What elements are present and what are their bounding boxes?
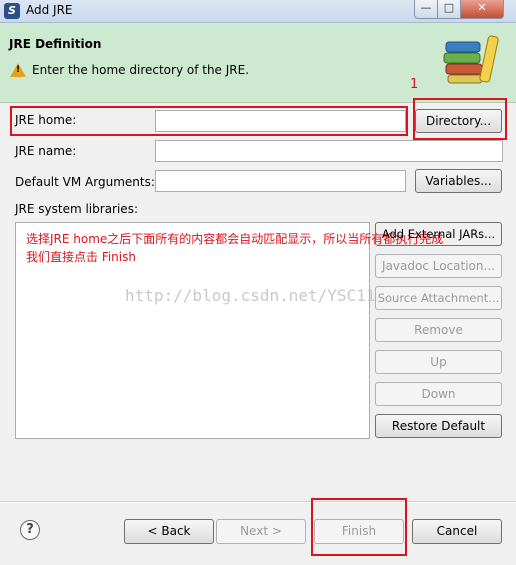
jre-name-field[interactable] xyxy=(155,140,503,162)
watermark-text: http://blog.csdn.net/YSC1123 xyxy=(125,286,395,305)
annotation-number: 1 xyxy=(410,77,419,92)
up-button[interactable]: Up xyxy=(375,350,502,374)
vm-args-field[interactable] xyxy=(155,170,406,192)
jre-name-label: JRE name: xyxy=(15,144,77,158)
vm-args-label: Default VM Arguments: xyxy=(15,175,155,189)
add-external-jars-button[interactable]: Add External JARs... xyxy=(375,222,502,246)
remove-button[interactable]: Remove xyxy=(375,318,502,342)
annotation-text-line2: 我们直接点击 Finish xyxy=(26,250,136,264)
annotation-box-directory xyxy=(413,98,507,140)
variables-button[interactable]: Variables... xyxy=(415,169,502,193)
next-button[interactable]: Next > xyxy=(216,519,306,544)
header-message: Enter the home directory of the JRE. xyxy=(32,63,250,77)
back-button[interactable]: < Back xyxy=(124,519,214,544)
annotation-box-finish xyxy=(311,498,407,556)
warning-icon-glyph: ! xyxy=(16,65,21,75)
window-title: Add JRE xyxy=(26,3,73,17)
app-icon: S xyxy=(4,3,20,19)
page-title: JRE Definition xyxy=(9,37,102,51)
warning-icon: ! xyxy=(10,63,26,77)
books-icon xyxy=(443,35,499,84)
help-icon[interactable]: ? xyxy=(20,520,40,540)
cancel-button[interactable]: Cancel xyxy=(412,519,502,544)
restore-default-button[interactable]: Restore Default xyxy=(375,414,502,438)
maximize-button[interactable]: □ xyxy=(437,0,461,19)
footer-separator xyxy=(0,501,516,503)
annotation-box-jre-home xyxy=(10,106,408,136)
javadoc-location-button[interactable]: Javadoc Location... xyxy=(375,254,502,278)
libraries-label: JRE system libraries: xyxy=(15,202,138,216)
close-button[interactable]: ✕ xyxy=(460,0,504,19)
minimize-button[interactable]: — xyxy=(414,0,438,19)
source-attachment-button[interactable]: Source Attachment... xyxy=(375,286,502,310)
down-button[interactable]: Down xyxy=(375,382,502,406)
